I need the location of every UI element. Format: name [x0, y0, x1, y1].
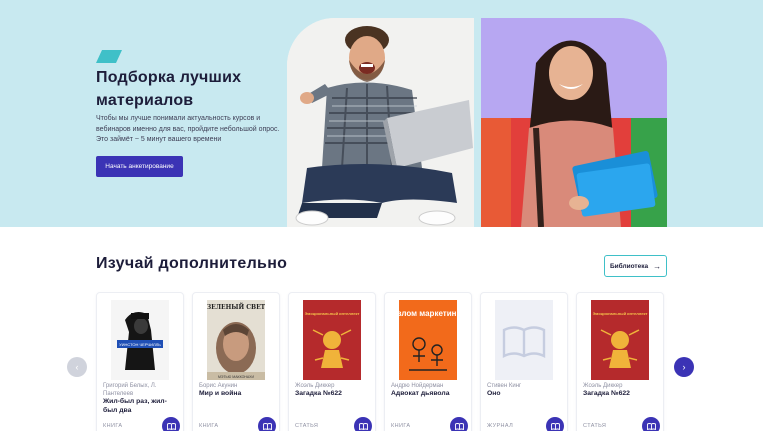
open-book-button[interactable] [258, 417, 276, 431]
book-icon [262, 422, 272, 430]
book-icon [646, 422, 656, 430]
card-title: Адвокат дьявола [391, 390, 450, 397]
material-card[interactable]: Эмоциональный интеллект Жоэль Диккер Заг… [288, 292, 376, 431]
book-cover-marketing: Взлом маркетинга [399, 300, 457, 380]
cover-text: ЗЕЛЕНЫЙ СВЕТ [207, 303, 265, 311]
book-cover-green-light: ЗЕЛЕНЫЙ СВЕТ МЭТЬЮ МАККОНАХИ [207, 300, 265, 380]
card-title: Загадка №622 [295, 390, 342, 397]
book-cover-placeholder [495, 300, 553, 380]
card-author: Григорий Белых, Л. Пантелеев [103, 383, 157, 397]
book-cover-churchill: УИНСТОН ЧЕРЧИЛЛЬ [111, 300, 169, 380]
chevron-left-icon: ‹ [75, 362, 79, 372]
material-card[interactable]: Эмоциональный интеллект Жоэль Диккер Заг… [576, 292, 664, 431]
material-card[interactable]: Взлом маркетинга Андрю Нойдерман Адвокат… [384, 292, 472, 431]
book-icon [358, 422, 368, 430]
chevron-right-icon: › [682, 362, 686, 372]
book-cover-red: Эмоциональный интеллект [303, 300, 361, 380]
card-type: КНИГА [199, 423, 219, 429]
card-author: Стивен Кинг [487, 383, 522, 389]
card-title: Мир и война [199, 390, 242, 397]
card-title: Загадка №622 [583, 390, 630, 397]
cover-text: МЭТЬЮ МАККОНАХИ [218, 375, 255, 379]
card-author: Жоэль Диккер [583, 383, 623, 389]
cover-text: Эмоциональный интеллект [305, 311, 360, 316]
hero-title: Подборка лучших материалов [96, 69, 242, 109]
hero-banner: Подборка лучших материалов Чтобы мы лучш… [0, 0, 763, 227]
book-cover-red: Эмоциональный интеллект [591, 300, 649, 380]
library-button-label: Библиотека [609, 262, 649, 270]
open-book-button[interactable] [642, 417, 660, 431]
card-type: КНИГА [103, 423, 123, 429]
open-book-button[interactable] [450, 417, 468, 431]
arrow-right-icon: → [653, 261, 662, 271]
card-author: Жоэль Диккер [295, 383, 335, 389]
open-book-button[interactable] [546, 417, 564, 431]
open-book-button[interactable] [162, 417, 180, 431]
card-title: Жил-был раз, жил-был два [103, 398, 167, 414]
hero-photo-woman-folder [481, 18, 667, 227]
open-book-button[interactable] [354, 417, 372, 431]
material-card[interactable]: Стивен Кинг Оно ЖУРНАЛ [480, 292, 568, 431]
cover-text: Взлом маркетинга [399, 309, 457, 318]
book-icon [454, 422, 464, 430]
card-type: СТАТЬЯ [583, 423, 607, 429]
start-survey-button[interactable]: Начать анкетирование [96, 156, 183, 177]
book-icon [166, 422, 176, 430]
card-author: Борис Акунин [199, 383, 238, 389]
hero-description: Чтобы мы лучше понимали актуальность кур… [96, 115, 280, 143]
card-type: КНИГА [391, 423, 411, 429]
card-title: Оно [487, 390, 501, 397]
hero-photo-man-laptop [287, 18, 474, 227]
book-icon [550, 422, 560, 430]
cover-text: Эмоциональный интеллект [593, 311, 648, 316]
brand-logo-icon [96, 50, 122, 63]
card-author: Андрю Нойдерман [391, 383, 444, 389]
material-card[interactable]: ЗЕЛЕНЫЙ СВЕТ МЭТЬЮ МАККОНАХИ Борис Акуни… [192, 292, 280, 431]
carousel-prev-button[interactable]: ‹ [67, 357, 87, 377]
section-title: Изучай дополнительно [96, 255, 288, 272]
carousel-next-button[interactable]: › [674, 357, 694, 377]
card-type: СТАТЬЯ [295, 423, 319, 429]
cover-text: УИНСТОН ЧЕРЧИЛЛЬ [119, 342, 161, 347]
card-type: ЖУРНАЛ [487, 423, 514, 429]
material-card[interactable]: УИНСТОН ЧЕРЧИЛЛЬ Григорий Белых, Л. Пант… [96, 292, 184, 431]
library-button[interactable]: Библиотека → [604, 255, 667, 277]
